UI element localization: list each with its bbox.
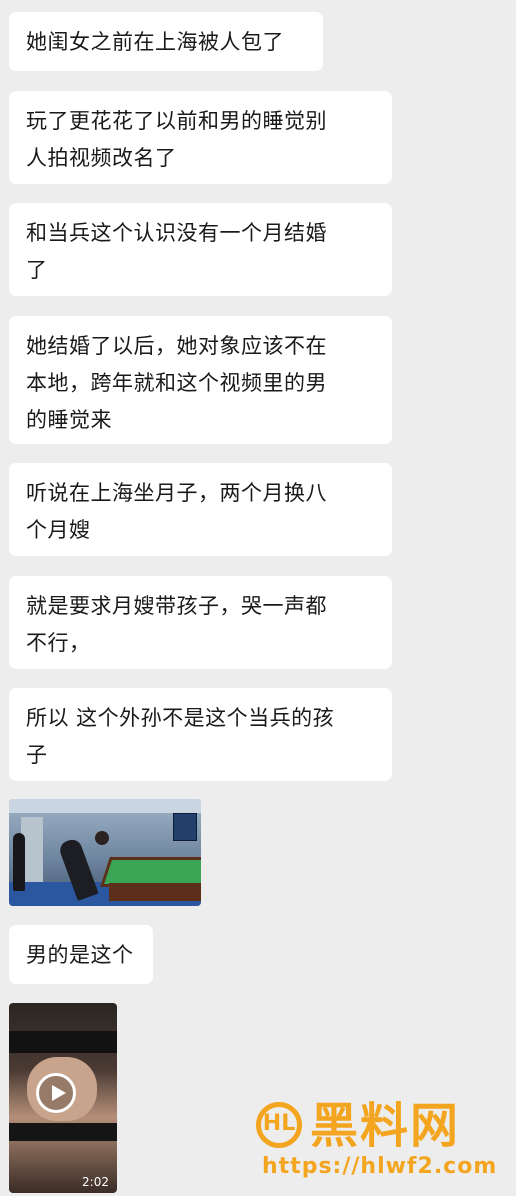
watermark-url: https://hlwf2.com [262, 1154, 498, 1179]
message-line: 她闺女之前在上海被人包了 [26, 30, 284, 54]
play-icon[interactable] [36, 1073, 76, 1113]
billiards-photo-message[interactable] [9, 799, 201, 906]
message-line: 的睡觉来 [26, 408, 112, 432]
photo-ceiling [9, 799, 201, 813]
message-line: 男的是这个 [26, 943, 134, 967]
video-frame-band [9, 1031, 117, 1053]
video-frame-band [9, 1123, 117, 1141]
message-line: 玩了更花花了以前和男的睡觉别 [26, 109, 327, 133]
message-line: 个月嫂 [26, 518, 91, 542]
message-bubble[interactable]: 她闺女之前在上海被人包了 [9, 12, 323, 71]
photo-tv-screen [173, 813, 197, 841]
message-line: 本地，跨年就和这个视频里的男 [26, 371, 327, 395]
message-bubble[interactable]: 男的是这个 [9, 925, 153, 984]
photo-billiard-table-base [109, 883, 201, 901]
message-bubble[interactable]: 所以 这个外孙不是这个当兵的孩 子 [9, 688, 392, 781]
message-line: 不行， [26, 631, 91, 655]
message-line: 人拍视频改名了 [26, 146, 177, 170]
message-bubble[interactable]: 听说在上海坐月子，两个月换八 个月嫂 [9, 463, 392, 556]
video-message[interactable]: 2:02 [9, 1003, 117, 1193]
watermark-logo-icon: HL [256, 1102, 302, 1148]
message-bubble[interactable]: 她结婚了以后，她对象应该不在 本地，跨年就和这个视频里的男 的睡觉来 [9, 316, 392, 444]
message-line: 听说在上海坐月子，两个月换八 [26, 481, 327, 505]
chat-thread: 她闺女之前在上海被人包了 玩了更花花了以前和男的睡觉别 人拍视频改名了 和当兵这… [0, 0, 516, 1196]
video-duration: 2:02 [82, 1175, 109, 1189]
message-line: 就是要求月嫂带孩子，哭一声都 [26, 594, 327, 618]
message-line: 了 [26, 258, 48, 282]
watermark-title: 黑料网 [310, 1098, 461, 1154]
message-line: 所以 这个外孙不是这个当兵的孩 [26, 706, 335, 730]
photo-player-head [95, 831, 109, 845]
message-bubble[interactable]: 和当兵这个认识没有一个月结婚 了 [9, 203, 392, 296]
message-line: 子 [26, 743, 48, 767]
message-bubble[interactable]: 玩了更花花了以前和男的睡觉别 人拍视频改名了 [9, 91, 392, 184]
photo-person-standing [13, 833, 25, 891]
watermark: HL 黑料网 https://hlwf2.com [256, 1098, 496, 1188]
message-line: 和当兵这个认识没有一个月结婚 [26, 221, 327, 245]
message-line: 她结婚了以后，她对象应该不在 [26, 334, 327, 358]
message-bubble[interactable]: 就是要求月嫂带孩子，哭一声都 不行， [9, 576, 392, 669]
